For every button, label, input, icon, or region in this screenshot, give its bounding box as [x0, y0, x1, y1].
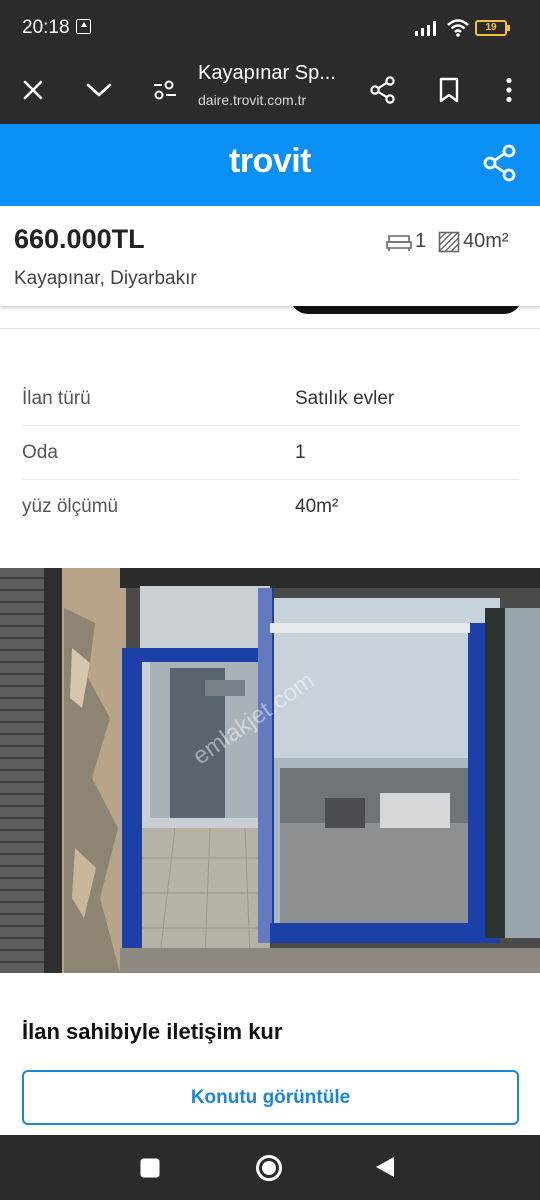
area-badge: 40m² — [438, 230, 509, 253]
page-settings-button[interactable] — [143, 68, 187, 112]
page-title[interactable]: Kayapınar Sp... — [198, 62, 336, 85]
listing-summary: 660.000TL Kayapınar, Diyarbakır 1 40m² — [0, 206, 540, 306]
nav-recents-icon[interactable] — [139, 1157, 161, 1179]
storefront-image — [0, 568, 540, 973]
site-header: trovit — [0, 124, 540, 206]
bookmark-button[interactable] — [427, 68, 471, 112]
page-url[interactable]: daire.trovit.com.tr — [198, 92, 306, 108]
status-bar: 20:18 19 — [0, 0, 540, 56]
detail-key: yüz ölçümü — [22, 496, 119, 517]
listing-photo[interactable]: emlakjet.com — [0, 568, 540, 973]
detail-value: Satılık evler — [295, 388, 395, 409]
rooms-count: 1 — [415, 230, 427, 252]
browser-toolbar: Kayapınar Sp... daire.trovit.com.tr — [0, 56, 540, 124]
close-tab-button[interactable] — [11, 68, 55, 112]
battery-indicator: 19 — [475, 20, 510, 36]
listing-location: Kayapınar, Diyarbakır — [14, 268, 197, 289]
minimize-button[interactable] — [77, 68, 121, 112]
area-value: 40m² — [463, 230, 509, 252]
wifi-icon — [447, 19, 469, 37]
more-options-button[interactable] — [487, 68, 531, 112]
detail-key: Oda — [22, 442, 58, 463]
detail-key: İlan türü — [22, 388, 91, 409]
section-divider — [0, 328, 540, 329]
page-settings-icon — [154, 80, 176, 100]
share-button[interactable] — [361, 68, 405, 112]
detail-value: 1 — [295, 442, 306, 463]
bookmark-icon — [439, 77, 459, 103]
contact-section: İlan sahibiyle iletişim kur Konutu görün… — [0, 973, 540, 1135]
status-time: 20:18 — [22, 17, 70, 38]
upload-notification-icon — [76, 19, 91, 34]
share-icon — [370, 76, 395, 104]
nav-home-icon[interactable] — [254, 1153, 284, 1183]
detail-row: yüz ölçümü 40m² — [22, 480, 519, 534]
detail-row: İlan türü Satılık evler — [22, 372, 519, 426]
rooms-badge: 1 — [386, 230, 426, 253]
detail-row: Oda 1 — [22, 426, 519, 480]
area-icon — [438, 231, 460, 252]
nav-back-icon[interactable] — [374, 1155, 396, 1179]
share-icon[interactable] — [482, 144, 518, 182]
signal-icon — [415, 21, 436, 36]
detail-value: 40m² — [295, 496, 339, 517]
view-listing-button[interactable]: Konutu görüntüle — [22, 1070, 519, 1125]
system-nav-bar — [0, 1135, 540, 1200]
bed-icon — [386, 234, 412, 251]
details-table: İlan türü Satılık evler Oda 1 yüz ölçümü… — [22, 372, 519, 534]
contact-title: İlan sahibiyle iletişim kur — [22, 1019, 283, 1044]
more-vert-icon — [506, 77, 512, 103]
trovit-logo[interactable]: trovit — [0, 142, 540, 181]
close-icon — [23, 80, 43, 100]
listing-price: 660.000TL — [14, 224, 145, 254]
chevron-down-icon — [86, 83, 112, 97]
